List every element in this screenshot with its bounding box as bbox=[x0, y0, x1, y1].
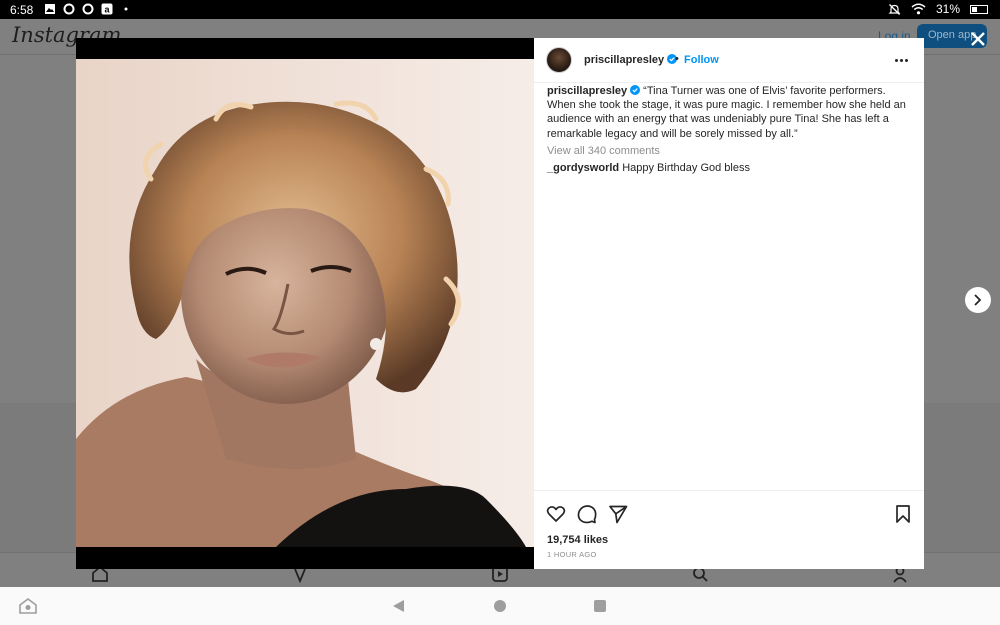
portrait-image bbox=[76, 59, 534, 547]
more-options-icon[interactable] bbox=[894, 53, 910, 67]
circle-icon bbox=[82, 3, 94, 15]
avatar[interactable] bbox=[546, 47, 572, 73]
launcher-home-icon[interactable] bbox=[19, 598, 37, 614]
post-photo bbox=[76, 59, 534, 547]
caption-username[interactable]: priscillapresley bbox=[547, 85, 627, 97]
post-header: priscillapresley • Follow bbox=[534, 38, 924, 83]
status-bar: 6:58 a 31% bbox=[0, 0, 1000, 19]
verified-badge-icon bbox=[630, 85, 641, 95]
follow-button[interactable]: Follow bbox=[684, 54, 719, 66]
comment-item: _gordysworld Happy Birthday God bless bbox=[547, 161, 915, 175]
post-details-panel: priscillapresley • Follow priscillapresl… bbox=[534, 38, 924, 569]
back-icon[interactable] bbox=[393, 600, 404, 612]
system-icons: 31% bbox=[888, 2, 988, 16]
battery-icon bbox=[970, 4, 988, 14]
image-icon bbox=[45, 4, 55, 14]
share-send-icon[interactable] bbox=[608, 504, 628, 524]
post-caption: priscillapresley “Tina Turner was one of… bbox=[547, 84, 915, 141]
comment-username[interactable]: _gordysworld bbox=[547, 162, 619, 174]
mute-icon bbox=[888, 3, 901, 15]
like-heart-icon[interactable] bbox=[546, 504, 566, 524]
comments-section: priscillapresley “Tina Turner was one of… bbox=[547, 84, 915, 175]
separator-dot: • bbox=[675, 53, 679, 65]
post-timestamp: 1 HOUR AGO bbox=[547, 550, 597, 559]
wifi-icon bbox=[911, 3, 926, 15]
post-media[interactable] bbox=[76, 38, 534, 569]
circle-icon bbox=[63, 3, 75, 15]
close-icon[interactable] bbox=[968, 29, 988, 49]
chevron-right-icon bbox=[974, 294, 982, 306]
home-button-icon[interactable] bbox=[494, 600, 506, 612]
dot-icon bbox=[124, 7, 128, 11]
battery-percent: 31% bbox=[935, 2, 960, 16]
notification-icons: a bbox=[44, 3, 132, 15]
next-post-button[interactable] bbox=[965, 287, 991, 313]
author-username[interactable]: priscillapresley bbox=[584, 54, 664, 66]
post-actions: 19,754 likes 1 HOUR AGO bbox=[534, 490, 924, 569]
likes-count[interactable]: 19,754 likes bbox=[547, 534, 608, 546]
amazon-icon: a bbox=[101, 3, 113, 15]
comment-text: Happy Birthday God bless bbox=[622, 162, 750, 175]
post-modal: priscillapresley • Follow priscillapresl… bbox=[76, 38, 924, 569]
system-nav-bar bbox=[0, 587, 1000, 625]
view-all-comments-link[interactable]: View all 340 comments bbox=[547, 144, 915, 158]
comment-icon[interactable] bbox=[577, 504, 597, 524]
post-author[interactable]: priscillapresley bbox=[584, 54, 678, 66]
status-time: 6:58 bbox=[10, 3, 34, 17]
save-bookmark-icon[interactable] bbox=[893, 504, 913, 524]
recents-icon[interactable] bbox=[594, 600, 606, 612]
